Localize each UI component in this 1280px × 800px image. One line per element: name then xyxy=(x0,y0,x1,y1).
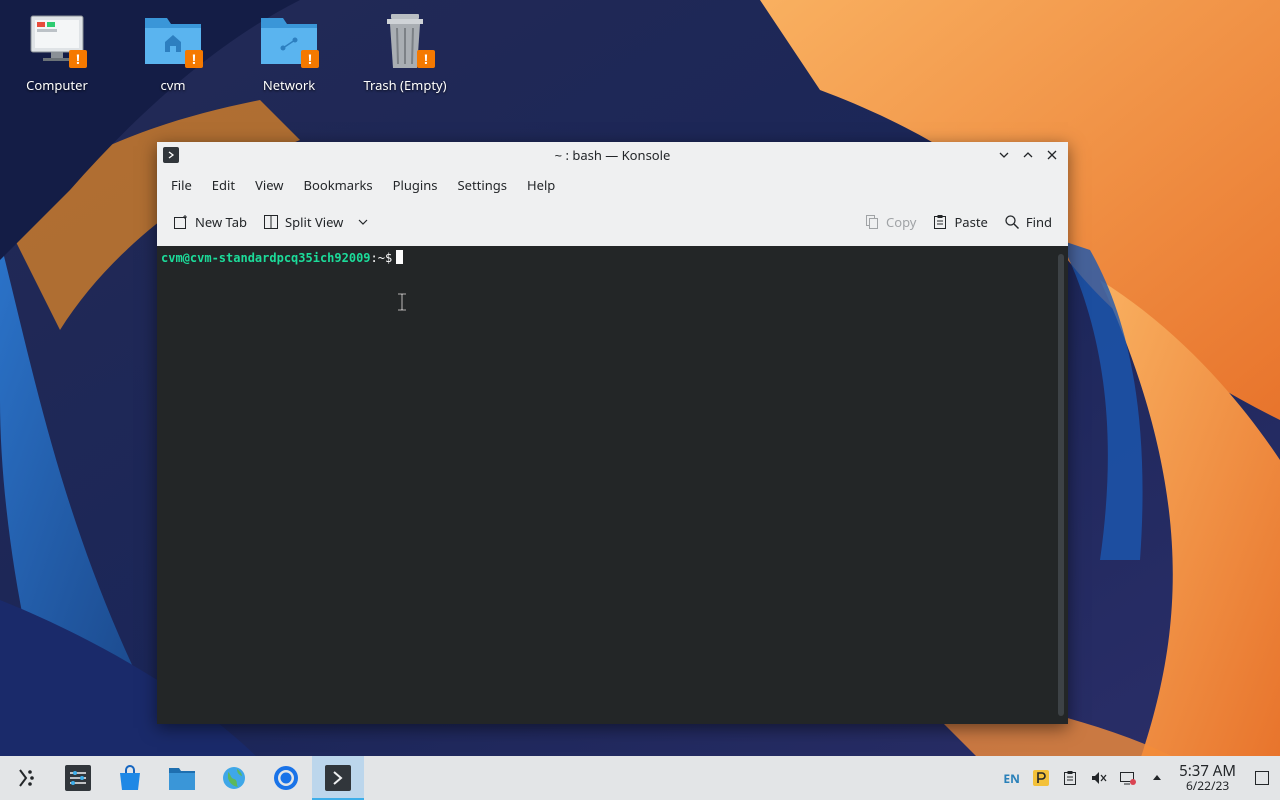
taskbar-chrome[interactable] xyxy=(260,756,312,800)
menu-bookmarks[interactable]: Bookmarks xyxy=(294,172,383,198)
split-view-icon xyxy=(264,215,279,229)
split-view-button[interactable]: Split View xyxy=(255,207,377,237)
shopping-bag-icon xyxy=(120,765,140,790)
warning-badge-icon: ! xyxy=(69,50,87,68)
prompt-user-host: cvm@cvm-standardpcq35ich92009 xyxy=(161,251,371,265)
paste-icon xyxy=(934,215,947,229)
network-disconnected-icon xyxy=(1119,772,1136,785)
chevron-up-icon xyxy=(1152,775,1161,780)
text-cursor xyxy=(396,250,404,264)
digital-clock[interactable]: 5:37 AM 6/22/23 xyxy=(1171,763,1244,793)
find-button[interactable]: Find xyxy=(996,207,1060,237)
paste-button[interactable]: Paste xyxy=(924,207,995,237)
menu-settings[interactable]: Settings xyxy=(448,172,517,198)
new-tab-icon xyxy=(174,215,187,229)
copy-label: Copy xyxy=(885,213,917,231)
taskbar-system-settings[interactable] xyxy=(52,756,104,800)
menu-file[interactable]: File xyxy=(161,172,202,198)
konsole-app-icon[interactable] xyxy=(163,147,179,163)
home-folder-icon: ! xyxy=(141,10,205,74)
desktop-icon-label: Network xyxy=(262,76,316,94)
terminal-prompt: cvm@cvm-standardpcq35ich92009:~$ xyxy=(161,250,404,265)
volume-muted-icon xyxy=(1091,772,1107,784)
system-tray: EN 5:37 AM 6/22/23 xyxy=(997,756,1280,800)
taskbar-file-manager[interactable] xyxy=(156,756,208,800)
search-icon xyxy=(1005,215,1019,230)
computer-icon: ! xyxy=(25,10,89,74)
kde-launcher-icon xyxy=(19,769,34,787)
menu-help[interactable]: Help xyxy=(517,172,565,198)
globe-icon xyxy=(223,767,245,789)
minimize-button[interactable] xyxy=(994,145,1014,165)
clock-date: 6/22/23 xyxy=(1185,777,1230,794)
copy-icon xyxy=(865,215,878,229)
chevron-down-icon xyxy=(999,152,1009,158)
settings-icon xyxy=(65,765,91,791)
show-desktop-button[interactable] xyxy=(1244,756,1280,800)
tray-expand[interactable] xyxy=(1142,756,1171,800)
window-titlebar[interactable]: ~ : bash — Konsole xyxy=(157,142,1068,168)
application-launcher[interactable] xyxy=(0,756,52,800)
taskbar-discover[interactable] xyxy=(104,756,156,800)
chevron-down-icon xyxy=(358,219,368,225)
paste-label: Paste xyxy=(954,213,988,231)
desktop-icon-computer[interactable]: ! Computer xyxy=(7,10,107,94)
folder-icon xyxy=(169,768,195,790)
maximize-button[interactable] xyxy=(1018,145,1038,165)
terminal-scrollbar[interactable] xyxy=(1058,254,1064,716)
desktop-icon-trash[interactable]: ! Trash (Empty) xyxy=(355,10,455,94)
konsole-window: ~ : bash — Konsole File Edit View Bookma… xyxy=(157,142,1068,724)
p-app-icon xyxy=(1032,770,1049,786)
prompt-path: :~$ xyxy=(370,251,393,265)
tray-volume-muted[interactable] xyxy=(1084,756,1113,800)
window-title: ~ : bash — Konsole xyxy=(554,146,671,164)
warning-badge-icon: ! xyxy=(301,50,319,68)
menu-view[interactable]: View xyxy=(245,172,293,198)
close-button[interactable] xyxy=(1042,145,1062,165)
chevron-up-icon xyxy=(1023,152,1033,158)
split-view-label: Split View xyxy=(285,213,344,231)
desktop-icon-cvm[interactable]: ! cvm xyxy=(123,10,223,94)
close-icon xyxy=(1047,150,1057,160)
find-label: Find xyxy=(1025,213,1052,231)
clipboard-icon xyxy=(1063,771,1076,785)
desktop-icon-label: cvm xyxy=(160,76,186,94)
copy-button[interactable]: Copy xyxy=(856,207,924,237)
new-tab-label: New Tab xyxy=(195,213,248,231)
desktop-icon-label: Computer xyxy=(26,76,88,94)
tray-network[interactable] xyxy=(1113,756,1142,800)
taskbar-browser[interactable] xyxy=(208,756,260,800)
chrome-icon xyxy=(274,766,298,790)
menu-plugins[interactable]: Plugins xyxy=(383,172,448,198)
desktop-icon-network[interactable]: ! Network xyxy=(239,10,339,94)
warning-badge-icon: ! xyxy=(185,50,203,68)
desktop-icon-label: Trash (Empty) xyxy=(363,76,447,94)
terminal-view[interactable]: cvm@cvm-standardpcq35ich92009:~$ xyxy=(157,246,1068,724)
ibeam-cursor-icon xyxy=(398,293,406,311)
warning-badge-icon: ! xyxy=(417,50,435,68)
tray-clipboard[interactable] xyxy=(1055,756,1084,800)
menubar: File Edit View Bookmarks Plugins Setting… xyxy=(157,168,1068,202)
toolbar: New Tab Split View Copy Paste Find xyxy=(157,202,1068,242)
keyboard-layout-indicator[interactable]: EN xyxy=(997,756,1026,800)
taskbar-konsole[interactable] xyxy=(312,756,364,800)
network-folder-icon: ! xyxy=(257,10,321,74)
new-tab-button[interactable]: New Tab xyxy=(165,207,255,237)
terminal-icon xyxy=(325,765,351,791)
show-desktop-icon xyxy=(1255,771,1269,785)
tray-app-p[interactable] xyxy=(1026,756,1055,800)
trash-icon: ! xyxy=(373,10,437,74)
taskbar: EN 5:37 AM 6/22/23 xyxy=(0,756,1280,800)
menu-edit[interactable]: Edit xyxy=(202,172,245,198)
